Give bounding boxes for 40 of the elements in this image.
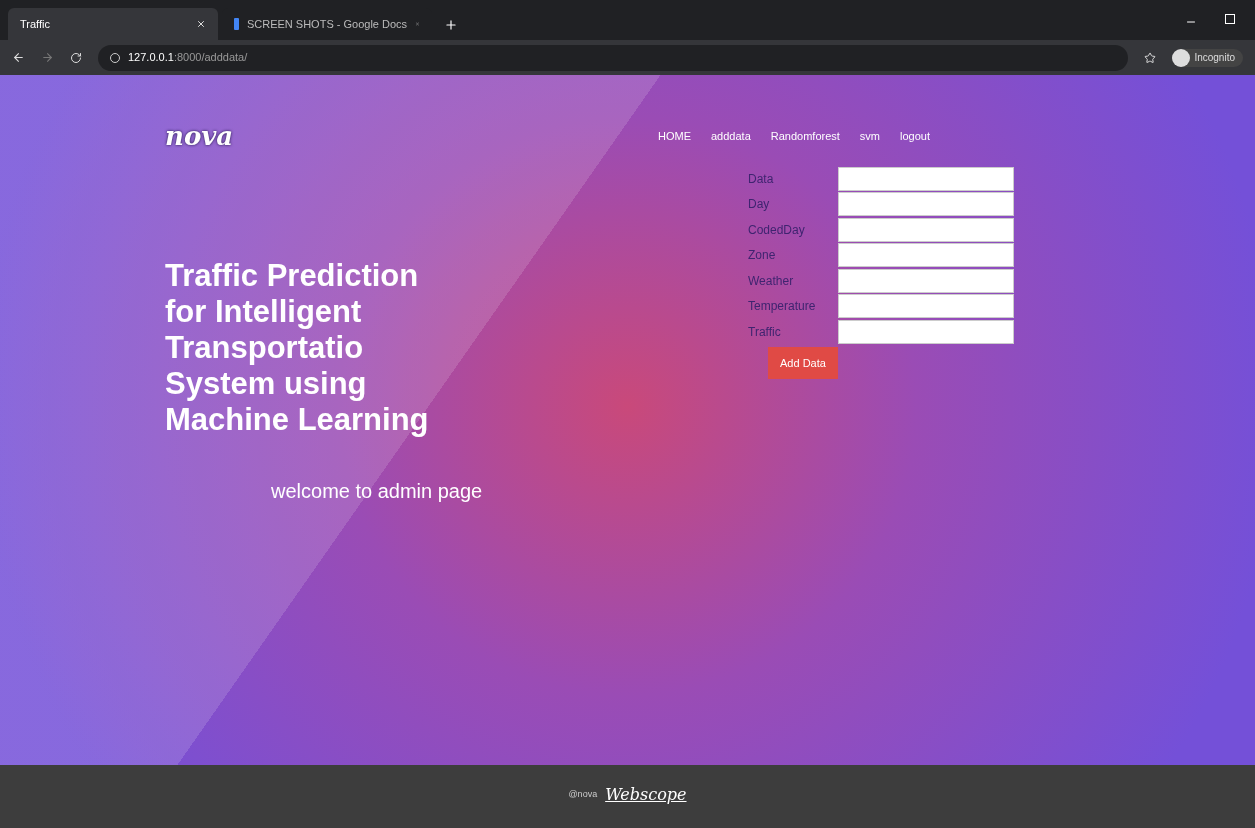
tab-title: SCREEN SHOTS - Google Docs xyxy=(246,16,408,32)
field-label: Temperature xyxy=(748,298,817,316)
input-field[interactable] xyxy=(838,294,1014,319)
field-label: Traffic xyxy=(748,323,782,341)
field-label: CodedDay xyxy=(748,221,806,239)
document-icon xyxy=(234,18,239,30)
field-label: Zone xyxy=(748,247,777,265)
nav-link[interactable]: Randomforest xyxy=(770,128,840,145)
forward-icon[interactable] xyxy=(41,51,54,64)
avatar-icon xyxy=(1172,48,1191,67)
nav-link[interactable]: svm xyxy=(859,128,880,145)
field-label: Weather xyxy=(748,272,795,290)
input-field[interactable] xyxy=(838,166,1014,191)
nav-link[interactable]: adddata xyxy=(711,128,751,145)
new-tab-icon[interactable] xyxy=(444,18,458,32)
input-field[interactable] xyxy=(838,217,1014,242)
copyright-text: @nova xyxy=(568,787,598,801)
input-field[interactable] xyxy=(838,243,1014,268)
reload-icon[interactable] xyxy=(70,51,82,64)
star-icon[interactable] xyxy=(1144,51,1157,64)
tab-title: Traffic xyxy=(20,16,51,32)
input-field[interactable] xyxy=(838,268,1014,293)
field-label: Data xyxy=(748,170,775,188)
brand-logo: Webscope xyxy=(605,783,687,806)
browser-tab[interactable]: Traffic xyxy=(8,8,218,40)
add-data-button[interactable]: Add Data xyxy=(768,346,838,379)
nav-link[interactable]: HOME xyxy=(658,128,691,145)
url-text: 127.0.0.1:8000/adddata/ xyxy=(128,50,248,66)
input-field[interactable] xyxy=(838,319,1014,344)
input-field[interactable] xyxy=(838,192,1014,217)
close-icon[interactable] xyxy=(196,19,206,29)
page-heading: Traffic Prediction for Intelligent Transportatio System using Machine Learning xyxy=(165,258,430,438)
nav-link[interactable]: logout xyxy=(900,128,930,145)
back-icon[interactable] xyxy=(12,51,25,64)
address-bar[interactable]: 127.0.0.1:8000/adddata/ xyxy=(98,44,1129,71)
field-label: Day xyxy=(748,196,771,214)
profile-button[interactable]: Incognito xyxy=(1172,48,1243,67)
welcome-text: welcome to admin page xyxy=(271,479,484,504)
site-logo[interactable]: nova xyxy=(165,117,234,156)
maximize-icon[interactable] xyxy=(1225,14,1235,24)
